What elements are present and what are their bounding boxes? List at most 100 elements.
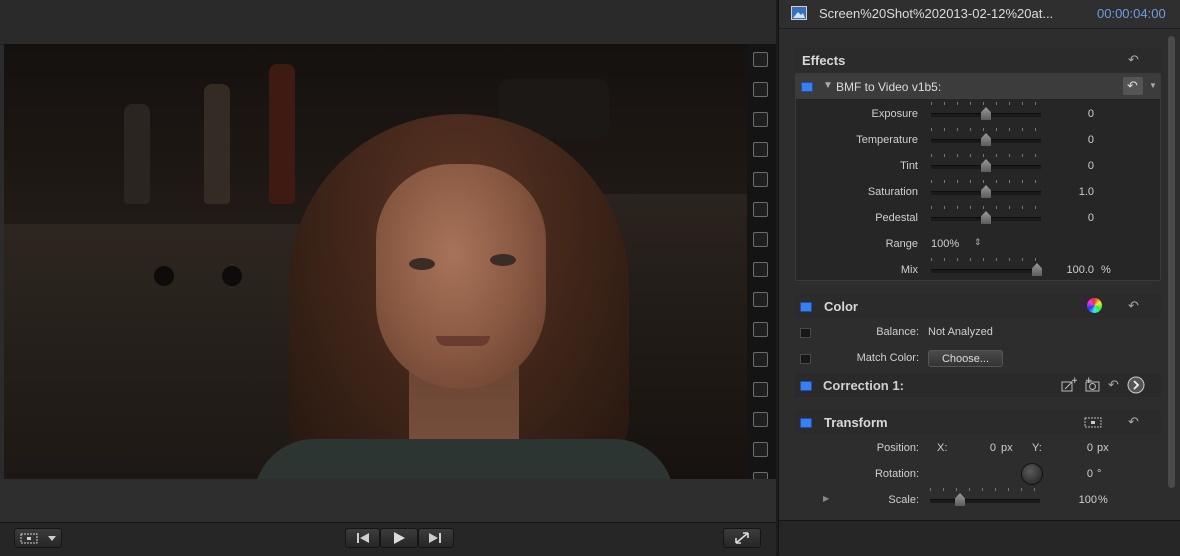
scale-slider[interactable] [930, 499, 1040, 503]
transform-title: Transform [824, 415, 888, 430]
param-value[interactable]: 0 [1056, 212, 1094, 224]
mix-label: Mix [900, 264, 918, 276]
svg-text:+: + [1085, 376, 1093, 386]
viewer-controls-area [0, 479, 776, 556]
viewer-toolbar [0, 522, 776, 556]
x-label: X: [937, 442, 948, 454]
effect-name: BMF to Video v1b5: [836, 80, 942, 94]
inspector-scrollbar[interactable] [1168, 36, 1175, 488]
filmstrip-hole [753, 172, 768, 187]
color-board-icon[interactable] [1087, 298, 1102, 313]
balance-value: Not Analyzed [928, 326, 993, 338]
balance-checkbox[interactable] [800, 328, 811, 338]
mix-slider[interactable] [931, 269, 1041, 273]
exposure-slider-thumb[interactable] [981, 107, 991, 120]
viewer-top-bar [0, 0, 776, 45]
y-unit: px [1097, 442, 1109, 454]
scale-unit: % [1098, 494, 1108, 506]
param-label: Pedestal [875, 212, 918, 224]
rotation-value[interactable]: 0 [1059, 468, 1093, 480]
tint-slider-thumb[interactable] [981, 159, 991, 172]
param-value[interactable]: 0 [1056, 134, 1094, 146]
temperature-slider-thumb[interactable] [981, 133, 991, 146]
skip-forward-icon [429, 533, 441, 543]
color-title: Color [824, 299, 858, 314]
position-x-value[interactable]: 0 [964, 442, 996, 454]
play-button[interactable] [380, 528, 418, 548]
add-color-mask-icon[interactable]: + [1084, 376, 1102, 393]
position-y-value[interactable]: 0 [1059, 442, 1093, 454]
effects-title: Effects [802, 53, 846, 68]
inspector-footer [779, 520, 1180, 556]
param-label: Saturation [867, 186, 918, 198]
mix-slider-thumb[interactable] [1032, 263, 1042, 276]
play-icon [394, 532, 405, 544]
filmstrip-hole [753, 292, 768, 307]
match-color-label: Match Color: [856, 352, 919, 364]
correction-enable-checkbox[interactable] [800, 381, 812, 391]
balance-label: Balance: [876, 326, 919, 338]
chevron-down-icon[interactable]: ▼ [1149, 81, 1157, 90]
color-header: Color ↶ [795, 294, 1161, 318]
updown-arrows-icon[interactable]: ⇕ [974, 237, 982, 248]
clip-timecode: 00:00:04:00 [1097, 6, 1166, 21]
effect-enable-checkbox[interactable] [801, 82, 813, 92]
color-reset-icon[interactable]: ↶ [1128, 298, 1139, 314]
rotation-label: Rotation: [874, 468, 919, 480]
image-clip-icon [791, 6, 807, 20]
range-popup[interactable]: 100% [931, 238, 959, 250]
fullscreen-icon [735, 532, 749, 544]
choose-button[interactable]: Choose... [928, 350, 1003, 367]
filmstrip-hole [753, 442, 768, 457]
transform-enable-checkbox[interactable] [800, 418, 812, 428]
filmstrip-hole [753, 412, 768, 427]
scale-slider-thumb[interactable] [955, 493, 965, 506]
add-shape-mask-icon[interactable]: + [1059, 376, 1077, 393]
scale-value[interactable]: 100 [1059, 494, 1097, 506]
correction-reset-icon[interactable]: ↶ [1108, 377, 1119, 393]
skip-back-icon [357, 533, 369, 543]
next-edit-button[interactable] [418, 528, 454, 548]
disclosure-triangle-icon[interactable]: ▼ [823, 80, 833, 91]
rotation-unit: ° [1097, 468, 1102, 480]
clip-name: Screen%20Shot%202013-02-12%20at... [819, 6, 1054, 21]
filmstrip-hole [753, 262, 768, 277]
effects-reset-icon[interactable]: ↶ [1128, 52, 1139, 68]
param-value[interactable]: 0 [1056, 160, 1094, 172]
inspector-header: Screen%20Shot%202013-02-12%20at... 00:00… [779, 0, 1180, 29]
match-color-checkbox[interactable] [800, 354, 811, 364]
color-enable-checkbox[interactable] [800, 302, 812, 312]
effects-header: Effects ↶ [795, 48, 1161, 72]
range-label: Range [885, 238, 918, 250]
saturation-slider-thumb[interactable] [981, 185, 991, 198]
mix-unit: % [1101, 264, 1111, 276]
view-options-button[interactable] [14, 528, 62, 548]
rotation-dial[interactable] [1021, 463, 1043, 485]
filmstrip [747, 44, 776, 480]
filmstrip-hole [753, 232, 768, 247]
param-value[interactable]: 0 [1056, 108, 1094, 120]
param-value[interactable]: 1.0 [1056, 186, 1094, 198]
pedestal-slider-thumb[interactable] [981, 211, 991, 224]
filmstrip-hole [753, 112, 768, 127]
go-to-color-board-icon[interactable] [1127, 376, 1145, 394]
video-frame[interactable] [4, 44, 747, 479]
mix-value[interactable]: 100.0 [1056, 264, 1094, 276]
transform-view-icon [20, 533, 56, 544]
correction-label: Correction 1: [823, 378, 904, 393]
effect-reset-button[interactable]: ↶ [1123, 77, 1143, 95]
transform-onscreen-icon[interactable] [1083, 415, 1103, 429]
svg-text:+: + [1071, 376, 1077, 386]
transform-header: Transform ↶ [795, 410, 1161, 434]
viewer [0, 0, 776, 556]
param-label: Tint [900, 160, 918, 172]
previous-edit-button[interactable] [345, 528, 380, 548]
filmstrip-hole [753, 52, 768, 67]
transform-reset-icon[interactable]: ↶ [1128, 414, 1139, 430]
effect-row: ▼ BMF to Video v1b5: ↶ ▼ [796, 74, 1160, 100]
scale-label: Scale: [888, 494, 919, 506]
fullscreen-button[interactable] [723, 528, 761, 548]
filmstrip-hole [753, 142, 768, 157]
param-label: Exposure [871, 108, 918, 120]
filmstrip-hole [753, 382, 768, 397]
